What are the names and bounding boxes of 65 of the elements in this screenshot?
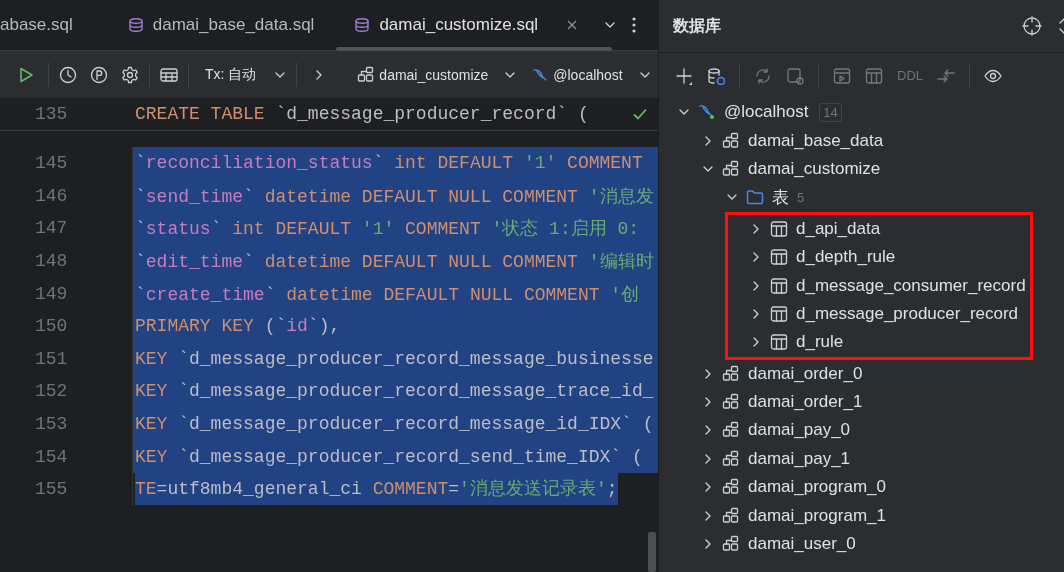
tree-item[interactable]: d_api_data (728, 214, 1030, 243)
tree-item[interactable]: d_message_producer_record (728, 299, 1030, 329)
code-line: CREATE TABLE `d_message_producer_record` ( (135, 104, 589, 124)
scrollbar-thumb[interactable] (648, 532, 656, 572)
schema-selector[interactable]: damai_customize (357, 66, 517, 83)
check-icon (632, 106, 648, 122)
code-line: `status` int DEFAULT '1' COMMENT '状态 1:启用 0: (135, 218, 640, 241)
database-settings-icon[interactable] (707, 66, 725, 85)
code-line: `send_time` datetime DEFAULT NULL COMMENT '消息发 (135, 185, 654, 208)
tree-item[interactable]: damai_user_0 (659, 529, 1064, 559)
tree-item[interactable]: damai_pay_1 (659, 444, 1064, 474)
mysql-dolphin-icon (532, 66, 549, 83)
clock-icon[interactable] (59, 65, 77, 84)
tree-item[interactable]: @localhost 14 (659, 98, 1064, 127)
tree-item[interactable]: damai_program_1 (659, 501, 1064, 530)
tree-item[interactable]: damai_order_1 (659, 387, 1064, 417)
line-number: 155 (0, 472, 133, 506)
tree-item[interactable]: damai_order_0 (659, 359, 1064, 388)
add-icon[interactable] (675, 66, 693, 85)
schema-icon (722, 478, 740, 497)
mysql-dolphin-icon (698, 103, 716, 122)
settings-icon[interactable] (121, 65, 139, 84)
schema-icon (722, 535, 740, 554)
folder-icon (746, 188, 764, 207)
tree-item[interactable]: d_depth_rule (728, 242, 1030, 272)
code-line: KEY `d_message_producer_record_message_trace_id_ (135, 381, 654, 402)
run-icon[interactable] (17, 65, 35, 84)
panel-title: 数据库 (673, 15, 721, 36)
schema-icon (722, 159, 740, 178)
schema-icon (722, 131, 740, 150)
schema-icon (722, 393, 740, 412)
schema-icon (722, 449, 740, 468)
tree-item[interactable]: d_message_consumer_record (728, 271, 1030, 300)
tree-item[interactable]: d_rule (728, 328, 1030, 357)
code-line: `edit_time` datetime DEFAULT NULL COMMENT '编辑时 (135, 251, 654, 274)
tree-item[interactable]: damai_base_data (659, 126, 1064, 155)
schema-icon (357, 66, 375, 83)
code-line: `create_time` datetime DEFAULT NULL COMMENT '创 (135, 283, 640, 306)
schema-icon (722, 364, 740, 383)
line-number: 135 (34, 103, 69, 126)
code-line: KEY `d_message_producer_record_message_businesse (135, 348, 654, 369)
code-line: KEY `d_message_producer_record_send_time_IDX` ( (135, 446, 643, 467)
tree-item[interactable]: damai_program_0 (659, 473, 1064, 502)
table-icon (770, 276, 788, 295)
datasource-selector[interactable]: @localhost (532, 66, 651, 83)
transaction-mode-dropdown[interactable]: Tx: 自动 (205, 65, 287, 84)
close-icon[interactable] (566, 19, 579, 31)
code-line: KEY `d_message_producer_record_message_id_IDX` ( (135, 414, 654, 435)
table-icon (770, 304, 788, 323)
table-icon (770, 248, 788, 267)
editor-tab[interactable]: abase.sql (0, 0, 108, 50)
more-icon[interactable] (632, 17, 636, 33)
tree-item[interactable]: damai_customize (659, 154, 1064, 184)
table-icon (770, 219, 788, 238)
tree-item[interactable]: 表 5 (659, 183, 1064, 212)
parameter-icon[interactable] (90, 65, 108, 84)
code-line: `reconciliation_status` int DEFAULT '1' COMMENT (135, 153, 643, 174)
tree-item[interactable]: damai_pay_0 (659, 416, 1064, 445)
locate-icon[interactable] (1022, 16, 1042, 36)
table-icon (770, 333, 788, 352)
editor-tab[interactable]: damai_base_data.sql (107, 0, 335, 50)
schema-icon (722, 506, 740, 525)
code-line: PRIMARY KEY (`id`), (135, 316, 341, 337)
table-view-icon[interactable] (160, 66, 178, 83)
schema-icon (722, 421, 740, 440)
